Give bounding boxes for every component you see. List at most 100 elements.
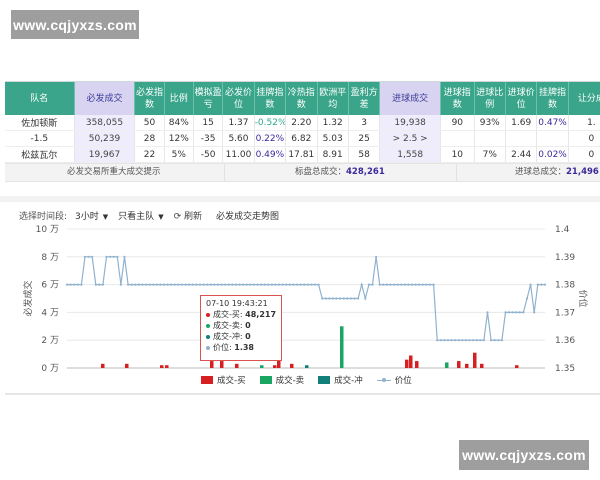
price-point — [461, 339, 464, 342]
price-point — [101, 283, 104, 286]
price-point — [112, 255, 115, 258]
table-cell: 84% — [164, 115, 194, 131]
price-point — [446, 339, 450, 342]
price-point — [180, 283, 184, 286]
price-point — [159, 283, 162, 286]
table-cell: -50 — [193, 146, 224, 163]
table-cell: 358,055 — [74, 115, 136, 131]
table-cell — [440, 130, 475, 147]
price-point — [385, 283, 388, 286]
buy-bar — [125, 363, 129, 368]
price-point — [231, 283, 234, 286]
price-point — [105, 255, 108, 258]
sell-bar — [340, 326, 344, 368]
tooltip-hedge-value: 0 — [245, 332, 251, 341]
table-cell: > 2.5 > — [379, 130, 442, 147]
price-point — [425, 283, 428, 286]
price-point — [195, 283, 198, 286]
price-point — [317, 283, 320, 286]
y-left-tick-label: 10 万 — [36, 225, 59, 235]
price-point — [518, 311, 521, 314]
table-cell: 25 — [348, 130, 381, 147]
watermark-bottom: www.cqjyxzs.com — [459, 440, 589, 470]
table-cell: 2.44 — [505, 146, 538, 163]
buy-bar — [290, 363, 294, 368]
buy-bar — [457, 361, 461, 368]
legend-item-hedge[interactable]: 成交-冲 — [318, 374, 363, 386]
legend-item-sell[interactable]: 成交-卖 — [259, 374, 305, 386]
price-point — [500, 339, 503, 342]
price-point — [116, 255, 119, 258]
buy-bar — [480, 363, 484, 368]
buy-bar — [465, 363, 469, 368]
table-row: 佐加顿斯 358,055 50 84% 15 1.37 -0.52% 2.20 … — [5, 115, 600, 131]
team-name[interactable]: 松兹瓦尔 — [5, 146, 75, 163]
price-point — [252, 283, 255, 286]
price-point — [313, 283, 317, 286]
price-point — [227, 283, 230, 286]
price-point — [216, 283, 219, 286]
legend-label: 成交-卖 — [275, 376, 305, 386]
table-header-row: 队名 必发成交 必发指数 比例 模拟盈亏 必发价位 挂牌指数 冷热指数 欧洲平均… — [5, 82, 600, 115]
price-point — [536, 283, 539, 286]
table-row: 松兹瓦尔 19,967 22 5% -50 11.00 0.49% 17.81 … — [5, 146, 600, 163]
price-point — [432, 283, 435, 286]
legend-item-price[interactable]: 价位 — [376, 374, 412, 386]
legend-item-buy[interactable]: 成交-买 — [201, 374, 246, 386]
price-point — [486, 311, 489, 314]
price-point — [198, 283, 202, 286]
price-point — [94, 283, 97, 286]
legend-swatch — [259, 376, 272, 384]
buy-bar — [405, 359, 409, 368]
tooltip-sell: 成交-卖: 0 — [206, 320, 276, 331]
buy-dot-icon — [206, 312, 210, 317]
price-point — [188, 283, 191, 286]
price-point — [177, 283, 180, 286]
tooltip-time: 07-10 19:43:21 — [206, 299, 268, 308]
trade-chart[interactable]: 0 万 2 万 4 万 6 万 8 万 10 万 1.35 1.36 1.37 1.38 1.39 1… — [5, 203, 600, 393]
price-point — [206, 283, 209, 286]
table-cell: 0.47% — [536, 115, 569, 131]
table-cell: 19,967 — [74, 146, 136, 163]
price-point — [73, 283, 76, 286]
buy-bar — [515, 365, 519, 368]
table-cell: 0.02% — [536, 146, 569, 163]
price-point — [407, 283, 410, 286]
price-point — [540, 283, 543, 286]
price-point — [285, 283, 288, 286]
buy-bar — [220, 361, 224, 368]
price-point — [288, 283, 291, 286]
price-point — [191, 283, 194, 286]
buy-bar — [415, 361, 419, 368]
y-right-tick-label: 1.36 — [555, 336, 575, 346]
y-left-axis-label: 必发成交 — [22, 280, 34, 316]
price-point — [439, 339, 442, 342]
stats-table: 队名 必发成交 必发指数 比例 模拟盈亏 必发价位 挂牌指数 冷热指数 欧洲平均… — [5, 82, 600, 163]
col-header: 挂牌指数 — [536, 82, 569, 115]
price-point — [109, 255, 112, 258]
team-name[interactable]: 佐加顿斯 — [5, 115, 75, 131]
section-divider — [0, 196, 600, 202]
price-point — [119, 283, 122, 286]
price-point — [331, 297, 335, 300]
price-point — [123, 255, 126, 258]
price-point — [274, 283, 277, 286]
legend-swatch — [318, 376, 331, 384]
hedge-bar — [305, 365, 309, 368]
price-point — [382, 283, 385, 286]
buy-bar — [160, 365, 164, 368]
price-point — [155, 283, 158, 286]
price-point — [454, 339, 457, 342]
price-point — [378, 283, 381, 286]
price-point — [479, 339, 482, 342]
price-point — [443, 339, 446, 342]
tooltip-hedge-label: 成交-冲: — [213, 332, 243, 341]
price-point — [472, 339, 475, 342]
price-point — [468, 339, 471, 342]
price-point — [310, 283, 313, 286]
price-point — [209, 283, 212, 286]
col-header: 必发成交 — [74, 82, 136, 115]
price-point — [371, 283, 374, 286]
table-cell: 93% — [474, 115, 506, 131]
col-header: 挂牌指数 — [254, 82, 287, 115]
